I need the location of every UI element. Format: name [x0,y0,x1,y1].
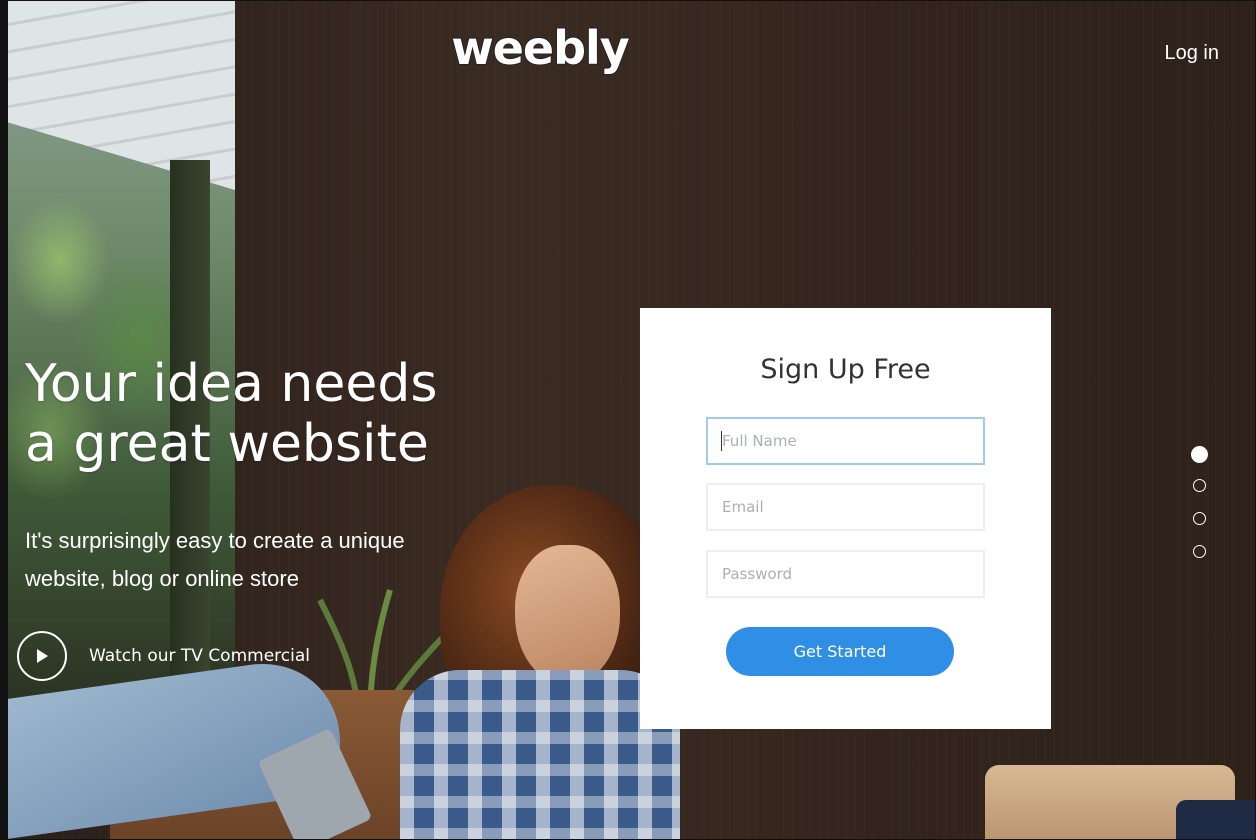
carousel-dot-3[interactable] [1193,512,1206,525]
hero-subheading: It's surprisingly easy to create a uniqu… [25,522,495,598]
login-link[interactable]: Log in [1165,42,1220,65]
email-input[interactable] [706,483,985,531]
play-button[interactable] [17,631,67,681]
watch-commercial-link[interactable]: Watch our TV Commercial [17,631,310,681]
password-input[interactable] [706,550,985,598]
hero-headline: Your idea needs a great website [25,354,545,474]
signup-title: Sign Up Free [760,354,931,385]
hero-headline-line2: a great website [25,414,429,474]
carousel-dot-2[interactable] [1193,479,1206,492]
watch-commercial-label: Watch our TV Commercial [89,646,310,666]
background-pillow-dark [1176,800,1256,840]
play-icon [37,649,48,663]
carousel-dot-1[interactable] [1191,446,1208,463]
get-started-button[interactable]: Get Started [726,627,954,676]
carousel-dot-4[interactable] [1193,545,1206,558]
hero-headline-line1: Your idea needs [25,354,438,414]
carousel-dots [1191,446,1211,578]
weebly-logo[interactable]: weebly [440,18,640,78]
background-person-face [515,545,620,685]
background-person-shirt [400,670,680,840]
left-edge [0,0,8,840]
signup-card: Sign Up Free Get Started [640,308,1051,729]
hero-subheading-line2: website, blog or online store [25,566,299,591]
full-name-input[interactable] [706,417,985,465]
text-cursor [721,431,722,451]
hero-subheading-line1: It's surprisingly easy to create a uniqu… [25,528,405,553]
